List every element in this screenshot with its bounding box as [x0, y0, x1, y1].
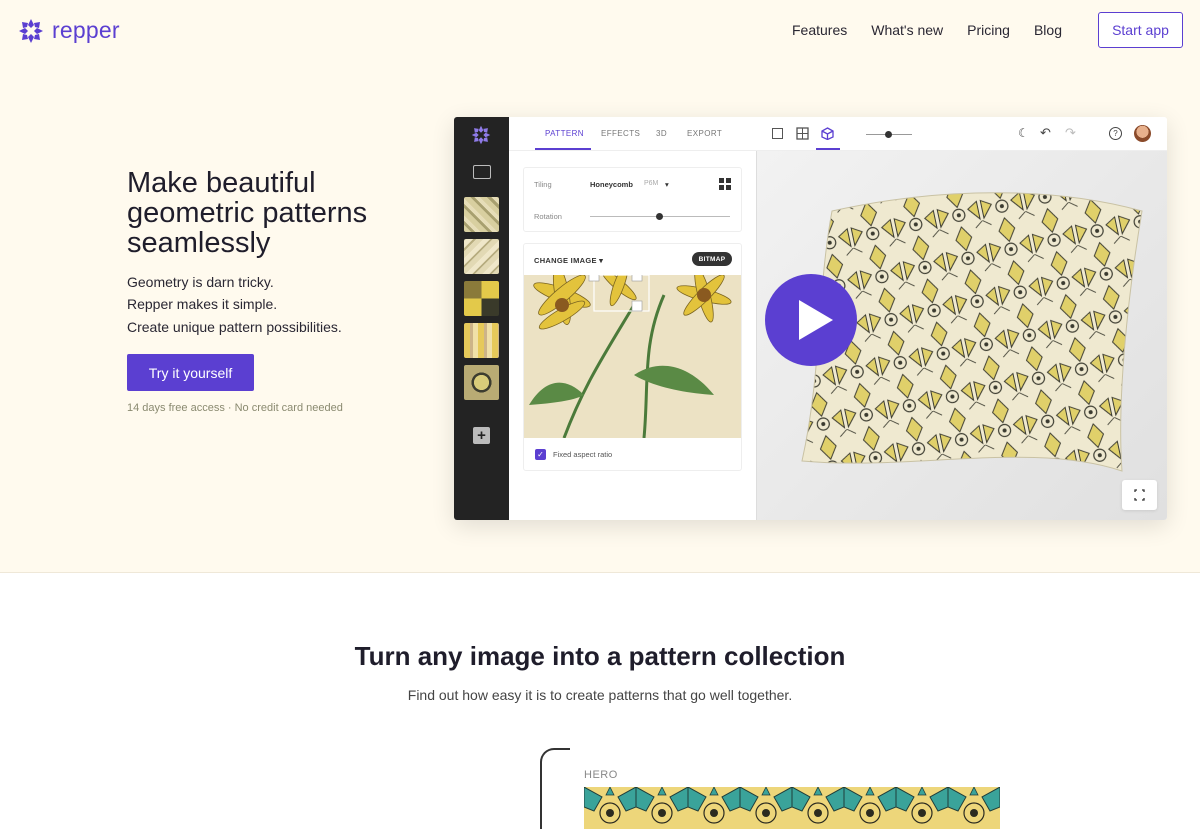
hero-description: Geometry is darn tricky. Repper makes it…: [127, 271, 342, 338]
image-panel: CHANGE IMAGE ▾ BITMAP ✓ Fixed aspect rat…: [523, 243, 742, 471]
tab-export[interactable]: EXPORT: [687, 129, 722, 138]
hero-title: Make beautiful geometric patterns seamle…: [127, 167, 368, 259]
view-toolbar: ☾ ↶ ↷ ?: [756, 117, 1167, 151]
nav-link-whats-new[interactable]: What's new: [871, 20, 943, 40]
section-title: Turn any image into a pattern collection: [354, 641, 846, 671]
app-tabs: PATTERN EFFECTS 3D EXPORT: [509, 117, 756, 151]
pattern-thumbnail[interactable]: [464, 281, 499, 316]
active-tab-indicator: [535, 148, 591, 150]
start-app-button[interactable]: Start app: [1098, 12, 1183, 48]
try-it-button[interactable]: Try it yourself: [127, 354, 254, 391]
tab-effects[interactable]: EFFECTS: [601, 129, 640, 138]
grid-icon[interactable]: [719, 178, 731, 190]
pattern-thumbnail[interactable]: [464, 239, 499, 274]
3d-preview: [756, 151, 1167, 520]
repper-logo-icon: [19, 18, 43, 43]
nav-link-blog[interactable]: Blog: [1034, 20, 1062, 40]
folder-icon[interactable]: [473, 165, 491, 179]
pattern-preview: [584, 787, 1000, 829]
tab-pattern[interactable]: PATTERN: [545, 129, 584, 138]
logo-text: repper: [52, 17, 120, 43]
source-image[interactable]: [524, 275, 742, 438]
change-image-label: CHANGE IMAGE: [534, 256, 597, 265]
hero-line: Geometry is darn tricky.: [127, 274, 274, 290]
grid-view-icon[interactable]: [796, 127, 809, 140]
avatar[interactable]: [1134, 125, 1151, 142]
collection-bracket: [540, 748, 570, 829]
tiling-select[interactable]: Honeycomb: [590, 180, 633, 189]
single-view-icon[interactable]: [772, 128, 783, 139]
pattern-thumbnail[interactable]: [464, 365, 499, 400]
active-view-indicator: [816, 148, 840, 150]
help-icon[interactable]: ?: [1109, 127, 1122, 140]
pattern-thumbnail[interactable]: [464, 323, 499, 358]
pattern-thumbnail[interactable]: [464, 197, 499, 232]
top-nav: Features What's new Pricing Blog: [792, 20, 1086, 40]
fullscreen-button[interactable]: [1122, 480, 1157, 510]
rotation-label: Rotation: [534, 212, 562, 221]
hero-line: Create unique pattern possibilities.: [127, 318, 342, 335]
redo-icon[interactable]: ↷: [1065, 125, 1076, 141]
cube-icon[interactable]: [821, 127, 834, 140]
zoom-slider-handle[interactable]: [885, 131, 892, 138]
bitmap-badge[interactable]: BITMAP: [692, 252, 732, 266]
chevron-down-icon[interactable]: ▾: [665, 180, 669, 189]
play-video-button[interactable]: [765, 274, 857, 366]
fixed-ratio-label: Fixed aspect ratio: [553, 450, 613, 459]
app-preview: + PATTERN EFFECTS 3D EXPORT Tiling Honey…: [454, 117, 1167, 520]
trial-note: 14 days free access · No credit card nee…: [127, 402, 343, 414]
nav-link-features[interactable]: Features: [792, 20, 847, 40]
repper-logo-icon: [471, 125, 491, 145]
nav-link-pricing[interactable]: Pricing: [967, 20, 1010, 40]
tiling-panel: Tiling Honeycomb P6M ▾ Rotation: [523, 167, 742, 232]
moon-icon[interactable]: ☾: [1018, 126, 1029, 140]
app-sidebar: +: [454, 117, 509, 520]
undo-icon[interactable]: ↶: [1040, 125, 1051, 141]
tab-3d[interactable]: 3D: [656, 129, 667, 138]
play-icon: [799, 300, 833, 340]
fullscreen-icon: [1134, 489, 1145, 501]
tiling-label: Tiling: [534, 180, 552, 189]
fixed-ratio-checkbox[interactable]: ✓: [535, 449, 546, 460]
logo[interactable]: repper: [18, 17, 120, 44]
change-image-button[interactable]: CHANGE IMAGE ▾: [534, 256, 603, 265]
tiling-tag: P6M: [644, 180, 659, 187]
rotation-slider-handle[interactable]: [656, 213, 663, 220]
hero-line: Repper makes it simple.: [127, 296, 278, 313]
add-pattern-icon[interactable]: +: [473, 427, 490, 444]
section-subtitle: Find out how easy it is to create patter…: [407, 687, 793, 703]
collection-label: HERO: [584, 769, 618, 781]
